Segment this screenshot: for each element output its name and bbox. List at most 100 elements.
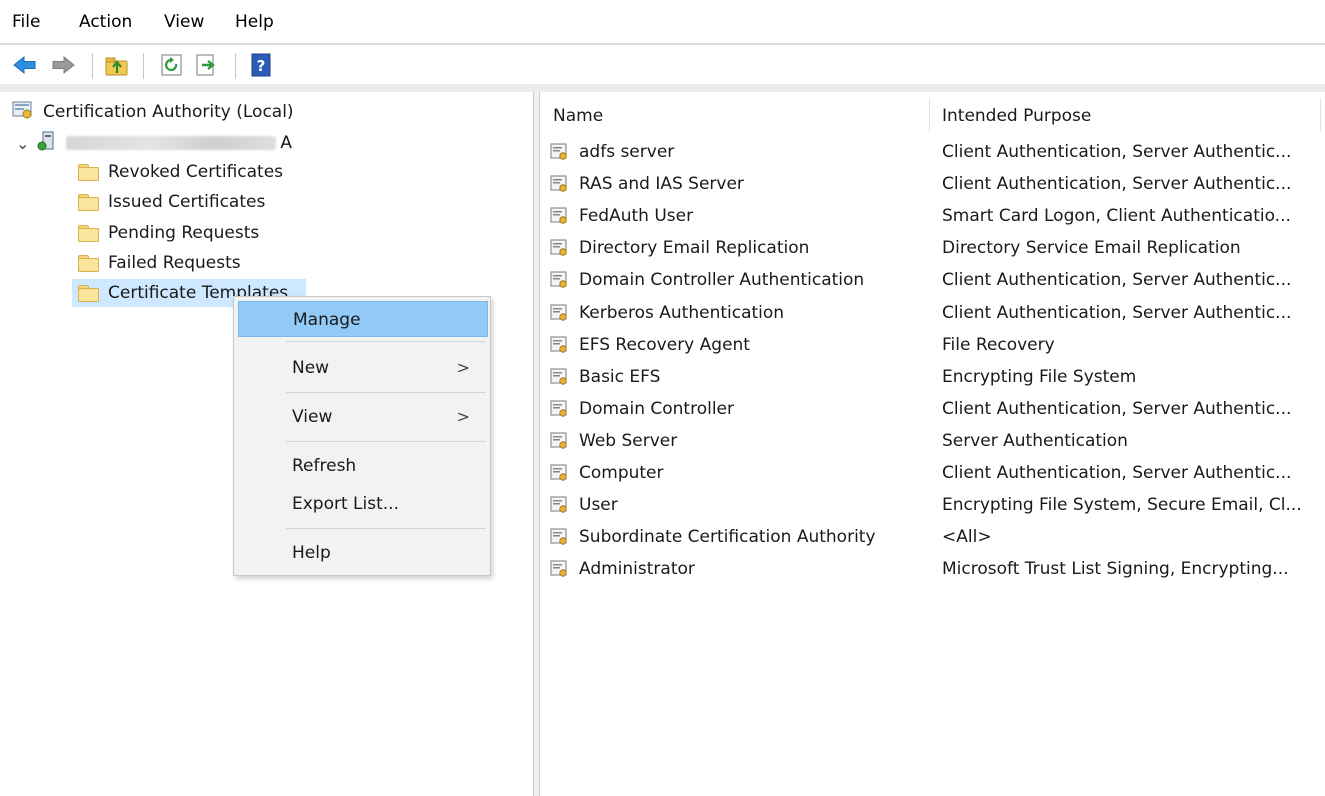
refresh-icon[interactable] — [159, 53, 185, 77]
menu-item-export-list[interactable]: Export List... — [238, 486, 488, 522]
tree-item-issued-certificates[interactable]: Issued Certificates — [78, 188, 265, 216]
help-icon[interactable]: ? — [249, 53, 275, 77]
up-one-level-icon[interactable] — [104, 53, 130, 77]
menu-item-label: New — [292, 358, 330, 378]
template-name: User — [579, 495, 618, 516]
template-intended-purpose: Client Authentication, Server Authentic.… — [942, 398, 1292, 419]
tree-item-revoked-certificates[interactable]: Revoked Certificates — [78, 158, 283, 186]
table-row[interactable]: Basic EFS Encrypting File System — [550, 363, 1320, 393]
template-name: Subordinate Certification Authority — [579, 527, 876, 548]
table-row[interactable]: Subordinate Certification Authority <All> — [550, 523, 1320, 553]
back-icon[interactable] — [12, 53, 38, 77]
tree-item-label: Failed Requests — [108, 253, 241, 273]
column-divider[interactable] — [1320, 98, 1321, 132]
template-name: Directory Email Replication — [579, 238, 810, 259]
toolbar: ? — [0, 45, 1325, 83]
pane-splitter[interactable] — [533, 92, 540, 796]
menu-item-manage[interactable]: Manage — [238, 301, 488, 337]
certificate-template-icon — [550, 464, 568, 482]
table-row[interactable]: EFS Recovery Agent File Recovery — [550, 331, 1320, 361]
toolbar-divider — [0, 84, 1325, 92]
folder-icon — [78, 164, 99, 181]
menu-separator — [286, 441, 486, 442]
menu-separator — [286, 341, 486, 342]
redacted-ca-name — [66, 136, 277, 150]
ca-server-icon — [37, 131, 57, 156]
table-row[interactable]: User Encrypting File System, Secure Email… — [550, 491, 1320, 521]
menu-item-label: Help — [292, 543, 331, 563]
chevron-down-icon[interactable]: ⌄ — [16, 134, 29, 153]
menu-help[interactable]: Help — [235, 12, 274, 32]
template-intended-purpose: Server Authentication — [942, 430, 1128, 451]
menu-item-new[interactable]: New > — [238, 350, 488, 386]
menu-item-refresh[interactable]: Refresh — [238, 448, 488, 484]
template-name: Basic EFS — [579, 366, 661, 387]
svg-text:?: ? — [257, 57, 266, 75]
template-name: RAS and IAS Server — [579, 174, 744, 195]
template-intended-purpose: <All> — [942, 527, 992, 548]
ca-name-suffix: A — [280, 133, 293, 153]
certification-authority-icon — [12, 100, 34, 125]
menu-separator — [286, 392, 486, 393]
table-row[interactable]: Domain Controller Authentication Client A… — [550, 266, 1320, 296]
menu-item-label: Manage — [293, 310, 361, 330]
toolbar-separator — [143, 53, 144, 79]
folder-icon — [78, 255, 99, 272]
template-intended-purpose: Client Authentication, Server Authentic.… — [942, 270, 1292, 291]
menu-item-view[interactable]: View > — [238, 399, 488, 435]
tree-item-failed-requests[interactable]: Failed Requests — [78, 249, 241, 277]
table-row[interactable]: Administrator Microsoft Trust List Signin… — [550, 555, 1320, 585]
table-row[interactable]: Domain Controller Client Authentication, … — [550, 395, 1320, 425]
template-name: Administrator — [579, 559, 695, 580]
menu-view[interactable]: View — [164, 12, 204, 32]
tree-ca-node[interactable]: ⌄ A — [16, 129, 292, 157]
column-header-name[interactable]: Name — [553, 106, 603, 126]
template-name: EFS Recovery Agent — [579, 334, 750, 355]
tree-item-pending-requests[interactable]: Pending Requests — [78, 219, 259, 247]
table-row[interactable]: FedAuth User Smart Card Logon, Client Aut… — [550, 202, 1320, 232]
tree-item-label: Issued Certificates — [108, 192, 266, 212]
template-intended-purpose: Encrypting File System, Secure Email, Cl… — [942, 495, 1302, 516]
menu-item-label: View — [292, 407, 333, 427]
certificate-template-icon — [550, 304, 568, 322]
template-name: Web Server — [579, 430, 678, 451]
column-header-intended-purpose[interactable]: Intended Purpose — [942, 106, 1091, 126]
table-row[interactable]: Computer Client Authentication, Server Au… — [550, 459, 1320, 489]
certificate-template-icon — [550, 528, 568, 546]
certificate-template-icon — [550, 432, 568, 450]
certificate-template-icon — [550, 239, 568, 257]
table-row[interactable]: RAS and IAS Server Client Authentication,… — [550, 170, 1320, 200]
tree-root[interactable]: Certification Authority (Local) — [12, 98, 294, 126]
table-row[interactable]: Web Server Server Authentication — [550, 427, 1320, 457]
certificate-template-icon — [550, 207, 568, 225]
template-intended-purpose: Microsoft Trust List Signing, Encrypting… — [942, 559, 1289, 580]
menu-file[interactable]: File — [12, 12, 40, 32]
export-list-icon[interactable] — [194, 53, 220, 77]
template-name: FedAuth User — [579, 206, 694, 227]
table-row[interactable]: Kerberos Authentication Client Authentica… — [550, 299, 1320, 329]
toolbar-separator — [235, 53, 236, 79]
menu-item-help[interactable]: Help — [238, 535, 488, 571]
menu-action[interactable]: Action — [79, 12, 132, 32]
template-intended-purpose: Directory Service Email Replication — [942, 238, 1241, 259]
menu-bar: File Action View Help — [0, 0, 1325, 44]
table-row[interactable]: adfs server Client Authentication, Server… — [550, 138, 1320, 168]
certificate-template-icon — [550, 368, 568, 386]
template-name: Computer — [579, 463, 664, 483]
folder-icon — [78, 194, 99, 211]
template-name: Domain Controller — [579, 398, 734, 419]
forward-icon[interactable] — [50, 53, 76, 77]
tree-item-label: Pending Requests — [108, 223, 260, 243]
certificate-template-icon — [550, 143, 568, 161]
tree-root-label: Certification Authority (Local) — [43, 102, 294, 122]
result-list: Name Intended Purpose adfs server Client … — [540, 92, 1325, 796]
template-name: Domain Controller Authentication — [579, 270, 865, 291]
template-intended-purpose: Smart Card Logon, Client Authenticatio..… — [942, 206, 1291, 227]
column-divider[interactable] — [929, 98, 930, 132]
certificate-template-icon — [550, 271, 568, 289]
template-intended-purpose: Client Authentication, Server Authentic.… — [942, 463, 1292, 483]
tree-item-label: Revoked Certificates — [108, 162, 284, 182]
table-row[interactable]: Directory Email Replication Directory Ser… — [550, 234, 1320, 264]
certificate-template-icon — [550, 400, 568, 418]
folder-icon — [78, 285, 99, 302]
